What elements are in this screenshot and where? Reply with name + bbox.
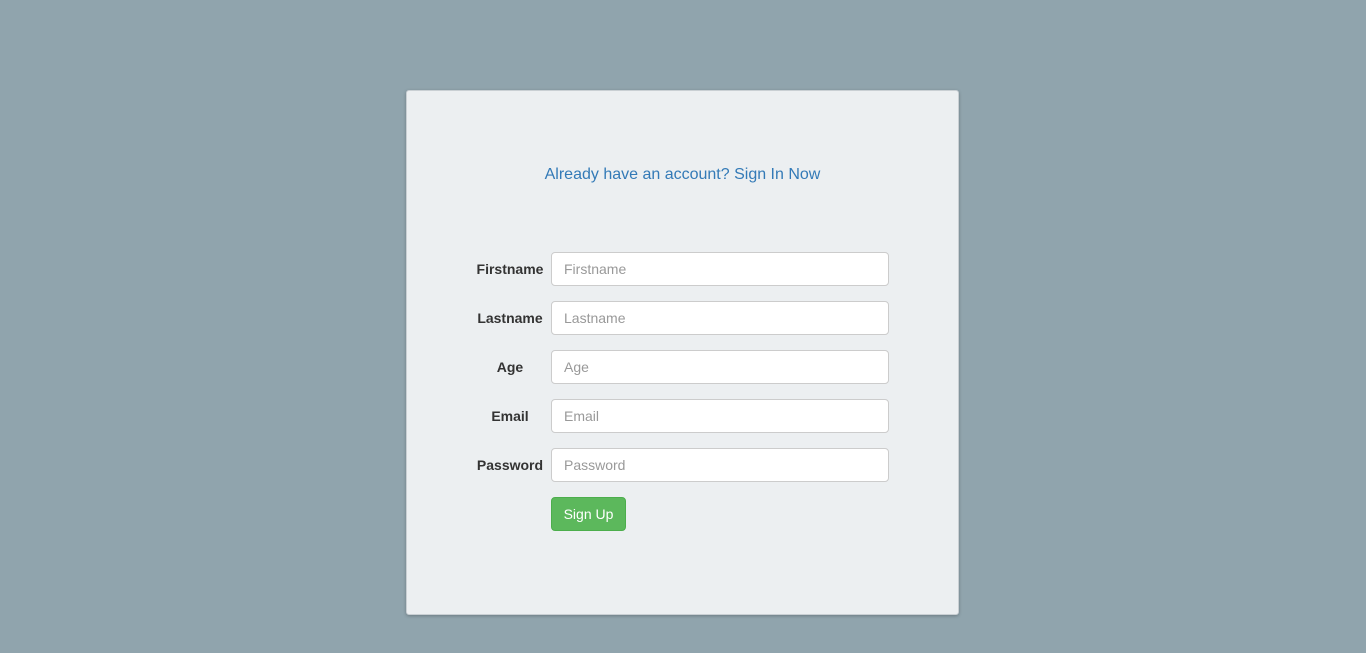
age-input[interactable]	[551, 350, 889, 384]
password-input[interactable]	[551, 448, 889, 482]
sign-up-button[interactable]: Sign Up	[551, 497, 626, 531]
lastname-row: Lastname	[407, 301, 958, 335]
email-label: Email	[491, 408, 529, 424]
lastname-input[interactable]	[551, 301, 889, 335]
lastname-label: Lastname	[477, 310, 543, 326]
sign-in-link[interactable]: Already have an account? Sign In Now	[407, 165, 958, 185]
firstname-label: Firstname	[476, 261, 544, 277]
firstname-input[interactable]	[551, 252, 889, 286]
firstname-row: Firstname	[407, 252, 958, 286]
email-input[interactable]	[551, 399, 889, 433]
password-row: Password	[407, 448, 958, 482]
age-row: Age	[407, 350, 958, 384]
email-row: Email	[407, 399, 958, 433]
signup-card: Already have an account? Sign In Now Fir…	[406, 90, 959, 615]
age-label: Age	[496, 359, 524, 375]
password-label: Password	[476, 457, 544, 473]
